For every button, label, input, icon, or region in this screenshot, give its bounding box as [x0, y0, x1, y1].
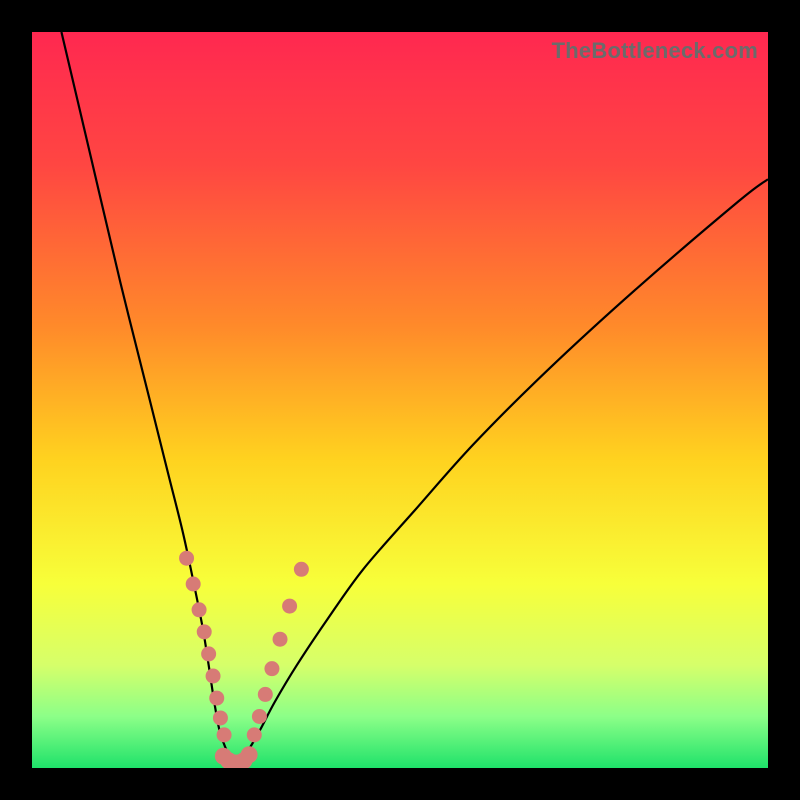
data-dot — [217, 727, 232, 742]
dots-right-cluster — [247, 562, 309, 743]
data-dot — [209, 691, 224, 706]
data-dot — [252, 709, 267, 724]
data-dot — [294, 562, 309, 577]
data-dot — [264, 661, 279, 676]
data-dot — [213, 710, 228, 725]
data-dot — [206, 669, 221, 684]
data-dot — [273, 632, 288, 647]
plot-area: TheBottleneck.com — [32, 32, 768, 768]
chart-frame: TheBottleneck.com — [0, 0, 800, 800]
dots-valley-cluster — [215, 746, 258, 768]
data-dot — [282, 599, 297, 614]
right-curve — [239, 179, 768, 762]
data-dot — [201, 646, 216, 661]
curves-layer — [32, 32, 768, 768]
data-dot — [258, 687, 273, 702]
data-dot — [247, 727, 262, 742]
data-dot — [192, 602, 207, 617]
data-dot — [197, 624, 212, 639]
data-dot — [241, 746, 258, 763]
data-dot — [186, 577, 201, 592]
data-dot — [179, 551, 194, 566]
watermark-text: TheBottleneck.com — [552, 38, 758, 64]
